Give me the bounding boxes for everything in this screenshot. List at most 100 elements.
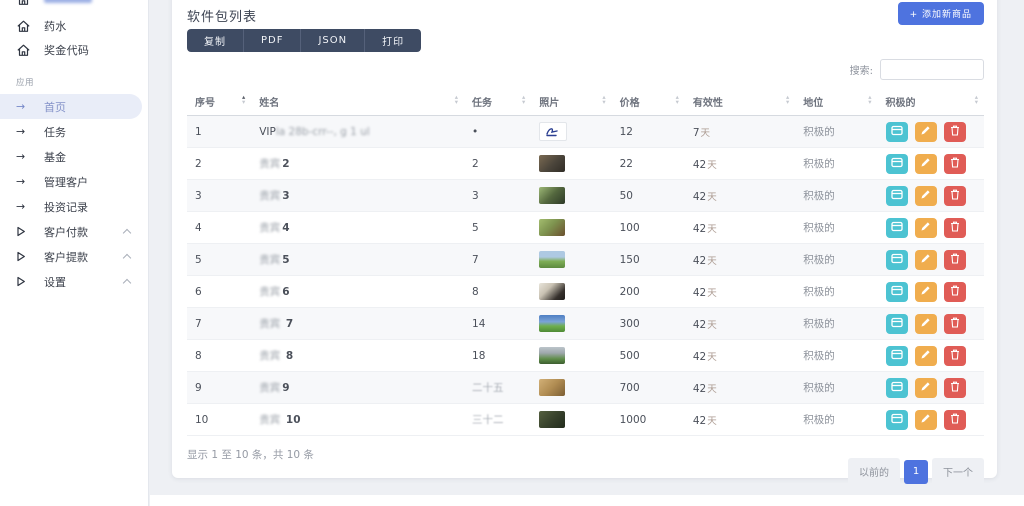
export-button[interactable]: PDF	[244, 29, 301, 52]
edit-button[interactable]	[915, 154, 937, 174]
edit-button[interactable]	[915, 250, 937, 270]
cell-price: 150	[612, 244, 685, 276]
sidebar-nav-item[interactable]: → 首页	[0, 94, 142, 119]
card-icon	[891, 124, 903, 139]
cell-photo	[531, 116, 611, 148]
clipped-nav-label	[44, 0, 92, 3]
column-header[interactable]: 有效性▴▾	[685, 89, 795, 116]
cell-name: 贵宾 8	[251, 340, 464, 372]
edit-button[interactable]	[915, 314, 937, 334]
cell-index: 3	[187, 180, 251, 212]
edit-button[interactable]	[915, 218, 937, 238]
search-input[interactable]	[880, 59, 984, 80]
cell-price: 500	[612, 340, 685, 372]
column-header[interactable]: 价格▴▾	[612, 89, 685, 116]
view-button[interactable]	[886, 282, 908, 302]
cell-price: 700	[612, 372, 685, 404]
delete-button[interactable]	[944, 218, 966, 238]
cell-actions	[878, 244, 984, 276]
cell-validity: 42天	[685, 212, 795, 244]
delete-button[interactable]	[944, 346, 966, 366]
delete-button[interactable]	[944, 410, 966, 430]
delete-button[interactable]	[944, 186, 966, 206]
edit-button[interactable]	[915, 186, 937, 206]
cell-photo	[531, 212, 611, 244]
search-label: 搜索:	[850, 62, 873, 77]
column-header[interactable]: 姓名▴▾	[251, 89, 464, 116]
view-button[interactable]	[886, 186, 908, 206]
cell-index: 7	[187, 308, 251, 340]
page-1-button[interactable]: 1	[904, 460, 928, 484]
photo-thumbnail	[539, 219, 565, 236]
pencil-icon	[920, 252, 931, 267]
delete-button[interactable]	[944, 250, 966, 270]
previous-page-button[interactable]: 以前的	[848, 458, 900, 485]
delete-button[interactable]	[944, 154, 966, 174]
export-button[interactable]: 复制	[187, 29, 244, 52]
edit-button[interactable]	[915, 346, 937, 366]
sidebar-item[interactable]: 药水	[0, 14, 148, 38]
delete-button[interactable]	[944, 314, 966, 334]
sidebar-nav-item[interactable]: 客户付款	[0, 219, 148, 244]
view-button[interactable]	[886, 122, 908, 142]
sidebar-nav-item[interactable]: → 任务	[0, 119, 148, 144]
cell-photo	[531, 148, 611, 180]
sidebar-item[interactable]: 奖金代码	[0, 38, 148, 62]
view-button[interactable]	[886, 346, 908, 366]
view-button[interactable]	[886, 378, 908, 398]
delete-button[interactable]	[944, 122, 966, 142]
trash-icon	[950, 156, 960, 171]
column-header[interactable]: 地位▴▾	[795, 89, 877, 116]
cell-name: 贵宾6	[251, 276, 464, 308]
view-button[interactable]	[886, 410, 908, 430]
sidebar-nav-item[interactable]: 设置	[0, 269, 148, 294]
sidebar-nav-label: 基金	[44, 149, 66, 165]
edit-button[interactable]	[915, 122, 937, 142]
cell-actions	[878, 404, 984, 436]
card-icon	[891, 220, 903, 235]
card-icon	[891, 188, 903, 203]
sidebar-nav: → 首页 → 任务 → 基金 → 管理客户 → 投资记录 客户付款 客户提款 设…	[0, 94, 148, 294]
view-button[interactable]	[886, 250, 908, 270]
edit-button[interactable]	[915, 410, 937, 430]
cell-index: 5	[187, 244, 251, 276]
column-header[interactable]: 照片▴▾	[531, 89, 611, 116]
column-header[interactable]: 任务▴▾	[464, 89, 531, 116]
cell-photo	[531, 308, 611, 340]
cell-name: 贵宾9	[251, 372, 464, 404]
view-button[interactable]	[886, 154, 908, 174]
delete-button[interactable]	[944, 378, 966, 398]
view-button[interactable]	[886, 314, 908, 334]
pencil-icon	[920, 348, 931, 363]
cell-validity: 42天	[685, 404, 795, 436]
delete-button[interactable]	[944, 282, 966, 302]
card-icon	[891, 252, 903, 267]
column-header[interactable]: 序号▴▾	[187, 89, 251, 116]
photo-thumbnail	[539, 251, 565, 268]
sidebar-nav-item[interactable]: → 投资记录	[0, 194, 148, 219]
photo-thumbnail	[539, 315, 565, 332]
sidebar-nav-item[interactable]: → 管理客户	[0, 169, 148, 194]
export-button[interactable]: JSON	[301, 29, 365, 52]
cell-status: 积极的	[795, 212, 877, 244]
column-header[interactable]: 积极的▴▾	[878, 89, 984, 116]
cell-status: 积极的	[795, 148, 877, 180]
trash-icon	[950, 380, 960, 395]
next-page-button[interactable]: 下一个	[932, 458, 984, 485]
cell-index: 10	[187, 404, 251, 436]
trash-icon	[950, 284, 960, 299]
play-icon	[16, 251, 32, 262]
clipped-nav-item[interactable]	[0, 0, 149, 11]
add-new-item-button[interactable]: + 添加新商品	[898, 2, 984, 25]
sidebar-nav-label: 任务	[44, 124, 66, 140]
edit-button[interactable]	[915, 378, 937, 398]
cell-price: 12	[612, 116, 685, 148]
cell-actions	[878, 180, 984, 212]
edit-button[interactable]	[915, 282, 937, 302]
view-button[interactable]	[886, 218, 908, 238]
sidebar-nav-item[interactable]: 客户提款	[0, 244, 148, 269]
photo-thumbnail	[539, 347, 565, 364]
cell-task: 18	[464, 340, 531, 372]
sidebar-nav-item[interactable]: → 基金	[0, 144, 148, 169]
export-button[interactable]: 打印	[365, 29, 421, 52]
